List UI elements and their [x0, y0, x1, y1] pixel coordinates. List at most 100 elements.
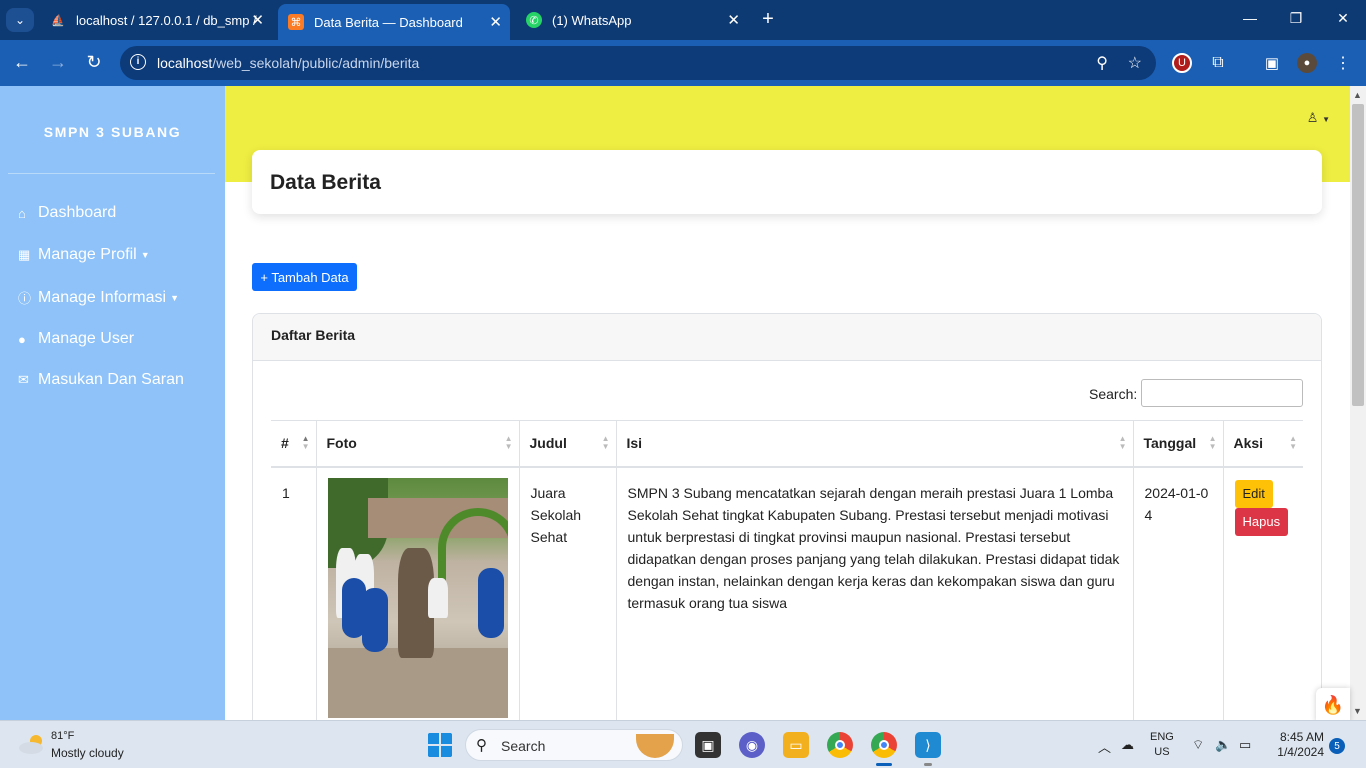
column-header-judul[interactable]: Judul ▲ ▼	[518, 420, 616, 468]
info-icon: ⓘ	[18, 291, 32, 306]
cell-foto	[315, 466, 519, 720]
caret-down-icon: ▼	[140, 250, 150, 260]
close-tab-icon[interactable]: ✕	[489, 13, 502, 31]
sidebar-item-label: Manage User	[38, 330, 135, 347]
tab-search-button[interactable]: ⌄	[6, 8, 34, 32]
column-header-tanggal[interactable]: Tanggal ▲ ▼	[1132, 420, 1223, 468]
taskbar-search[interactable]: ⚲ Search	[465, 729, 683, 761]
running-app-indicator	[924, 763, 932, 766]
xampp-icon: ⌘	[288, 14, 304, 30]
show-hidden-icons-icon[interactable]: ︿	[1098, 737, 1111, 756]
windows-start-icon[interactable]	[427, 732, 453, 758]
wifi-icon[interactable]: ⌔	[1192, 737, 1204, 753]
sidebar-item-label: Masukan Dan Saran	[38, 371, 184, 388]
sort-icon: ▲ ▼	[1208, 434, 1217, 451]
sort-icon: ▲ ▼	[301, 434, 310, 451]
column-header-aksi[interactable]: Aksi ▲ ▼	[1222, 420, 1303, 468]
user-icon: ●	[18, 331, 26, 347]
delete-button[interactable]: Hapus	[1234, 507, 1289, 536]
weather-description[interactable]: Mostly cloudy	[51, 746, 124, 760]
zoom-icon[interactable]: ⚲	[1096, 53, 1108, 73]
table-header-row: # ▲ ▼ Foto ▲ ▼ Judul ▲ ▼ Isi ▲ ▼ Tanggal ▲ ▼ Aksi ▲…	[271, 420, 1303, 468]
sidebar-item-manage-user[interactable]: ● Manage User	[18, 330, 134, 348]
task-view-icon[interactable]: ▣	[695, 732, 721, 758]
onedrive-cloud-icon[interactable]: ☁	[1121, 737, 1134, 753]
clock[interactable]: 8:45 AM 1/4/2024	[1268, 730, 1324, 760]
page-title: Data Berita	[270, 171, 381, 194]
close-tab-icon[interactable]: ✕	[251, 11, 264, 29]
chrome-menu-icon[interactable]: ⋮	[1333, 53, 1353, 73]
scroll-up-icon[interactable]: ▲	[1353, 90, 1362, 100]
main-content: ♙ ▼ Data Berita + Tambah Data Daftar Ber…	[225, 86, 1350, 720]
cell-isi: SMPN 3 Subang mencatatkan sejarah dengan…	[615, 466, 1133, 720]
card-title: Daftar Berita	[271, 327, 356, 343]
news-photo	[327, 477, 508, 718]
reload-button[interactable]: ↻	[83, 52, 105, 73]
browser-tab-bar: ⌄ ⛵ localhost / 127.0.0.1 / db_smp / ✕ ⌘…	[0, 0, 1366, 40]
battery-icon[interactable]: ▭	[1239, 737, 1251, 753]
caret-down-icon: ▼	[170, 292, 179, 303]
tab-title: Data Berita — Dashboard	[314, 14, 463, 30]
user-menu-dropdown[interactable]: ♙ ▼	[1307, 110, 1330, 126]
close-tab-icon[interactable]: ✕	[727, 11, 740, 29]
bookmark-star-icon[interactable]: ☆	[1128, 53, 1142, 73]
taskbar-search-label: Search	[501, 738, 546, 754]
new-tab-button[interactable]: +	[758, 8, 778, 31]
table-icon: ▦	[18, 247, 31, 262]
address-bar[interactable]: i localhost/web_sekolah/public/admin/ber…	[120, 46, 1156, 80]
sidebar-item-manage-informasi[interactable]: ⓘ Manage Informasi ▼	[18, 288, 179, 307]
search-input[interactable]	[1141, 379, 1303, 407]
cloudy-weather-icon[interactable]	[18, 733, 46, 755]
weather-temperature[interactable]: 81°F	[51, 730, 74, 742]
vscode-icon[interactable]: ⟩	[915, 732, 941, 758]
search-icon: ⚲	[476, 737, 487, 754]
back-button[interactable]: ←	[11, 52, 33, 73]
column-header-no[interactable]: # ▲ ▼	[271, 420, 316, 468]
scrollbar-thumb[interactable]	[1352, 104, 1364, 406]
tab-title: (1) WhatsApp	[552, 12, 632, 28]
chrome-icon[interactable]	[827, 732, 853, 758]
column-header-foto[interactable]: Foto ▲ ▼	[315, 420, 519, 468]
sidebar-item-label: Manage Profil	[38, 246, 137, 263]
extensions-puzzle-icon[interactable]: ⧉	[1208, 53, 1228, 73]
profile-avatar[interactable]: ●	[1297, 53, 1317, 73]
card-header: Daftar Berita	[253, 314, 1321, 361]
cell-tanggal: 2024-01-04	[1132, 466, 1223, 720]
browser-toolbar: ← → ↻ i localhost/web_sekolah/public/adm…	[0, 40, 1366, 86]
file-explorer-icon[interactable]: ▭	[783, 732, 809, 758]
sort-icon: ▲ ▼	[1289, 434, 1297, 451]
edit-button[interactable]: Edit	[1234, 479, 1273, 508]
sidebar-item-masukan-dan-saran[interactable]: ✉ Masukan Dan Saran	[18, 371, 184, 389]
url-text: localhost/web_sekolah/public/admin/berit…	[157, 55, 420, 71]
sidebar-item-label: Dashboard	[38, 204, 117, 221]
add-data-button[interactable]: + Tambah Data	[252, 263, 357, 291]
language-indicator[interactable]: ENG US	[1150, 730, 1174, 760]
whatsapp-icon: ✆	[526, 12, 542, 28]
tab-data-berita[interactable]: ⌘ Data Berita — Dashboard ✕	[278, 4, 510, 40]
minimize-button[interactable]: —	[1240, 10, 1260, 26]
sidebar-item-manage-profil[interactable]: ▦ Manage Profil ▼	[18, 246, 150, 264]
sidebar-divider	[8, 173, 215, 174]
sidebar: SMPN 3 SUBANG ⌂ Dashboard ▦ Manage Profi…	[0, 86, 225, 720]
notification-badge[interactable]: 5	[1329, 738, 1345, 754]
ublock-extension-icon[interactable]: U	[1172, 53, 1192, 73]
site-info-icon[interactable]: i	[130, 54, 146, 70]
forward-button[interactable]: →	[47, 52, 69, 73]
search-label: Search:	[1089, 386, 1138, 402]
chrome-profile-icon[interactable]	[871, 732, 897, 758]
page-scrollbar[interactable]: ▲ ▼	[1350, 86, 1366, 720]
scroll-down-icon[interactable]: ▼	[1353, 706, 1362, 716]
flame-icon[interactable]: 🔥	[1316, 688, 1350, 720]
tab-whatsapp[interactable]: ✆ (1) WhatsApp ✕	[516, 4, 748, 36]
page-viewport: SMPN 3 SUBANG ⌂ Dashboard ▦ Manage Profi…	[0, 86, 1366, 720]
volume-icon[interactable]: 🔈	[1215, 737, 1231, 753]
teams-chat-icon[interactable]: ◉	[739, 732, 765, 758]
column-header-isi[interactable]: Isi ▲ ▼	[615, 420, 1133, 468]
close-window-button[interactable]: ✕	[1333, 10, 1353, 27]
restore-button[interactable]: ❐	[1286, 10, 1306, 27]
tab-phpmyadmin[interactable]: ⛵ localhost / 127.0.0.1 / db_smp / ✕	[40, 4, 272, 36]
brand-title[interactable]: SMPN 3 SUBANG	[0, 124, 225, 140]
sidebar-item-dashboard[interactable]: ⌂ Dashboard	[18, 204, 116, 222]
cell-no: 1	[282, 484, 290, 501]
side-panel-icon[interactable]: ▣	[1262, 53, 1282, 73]
